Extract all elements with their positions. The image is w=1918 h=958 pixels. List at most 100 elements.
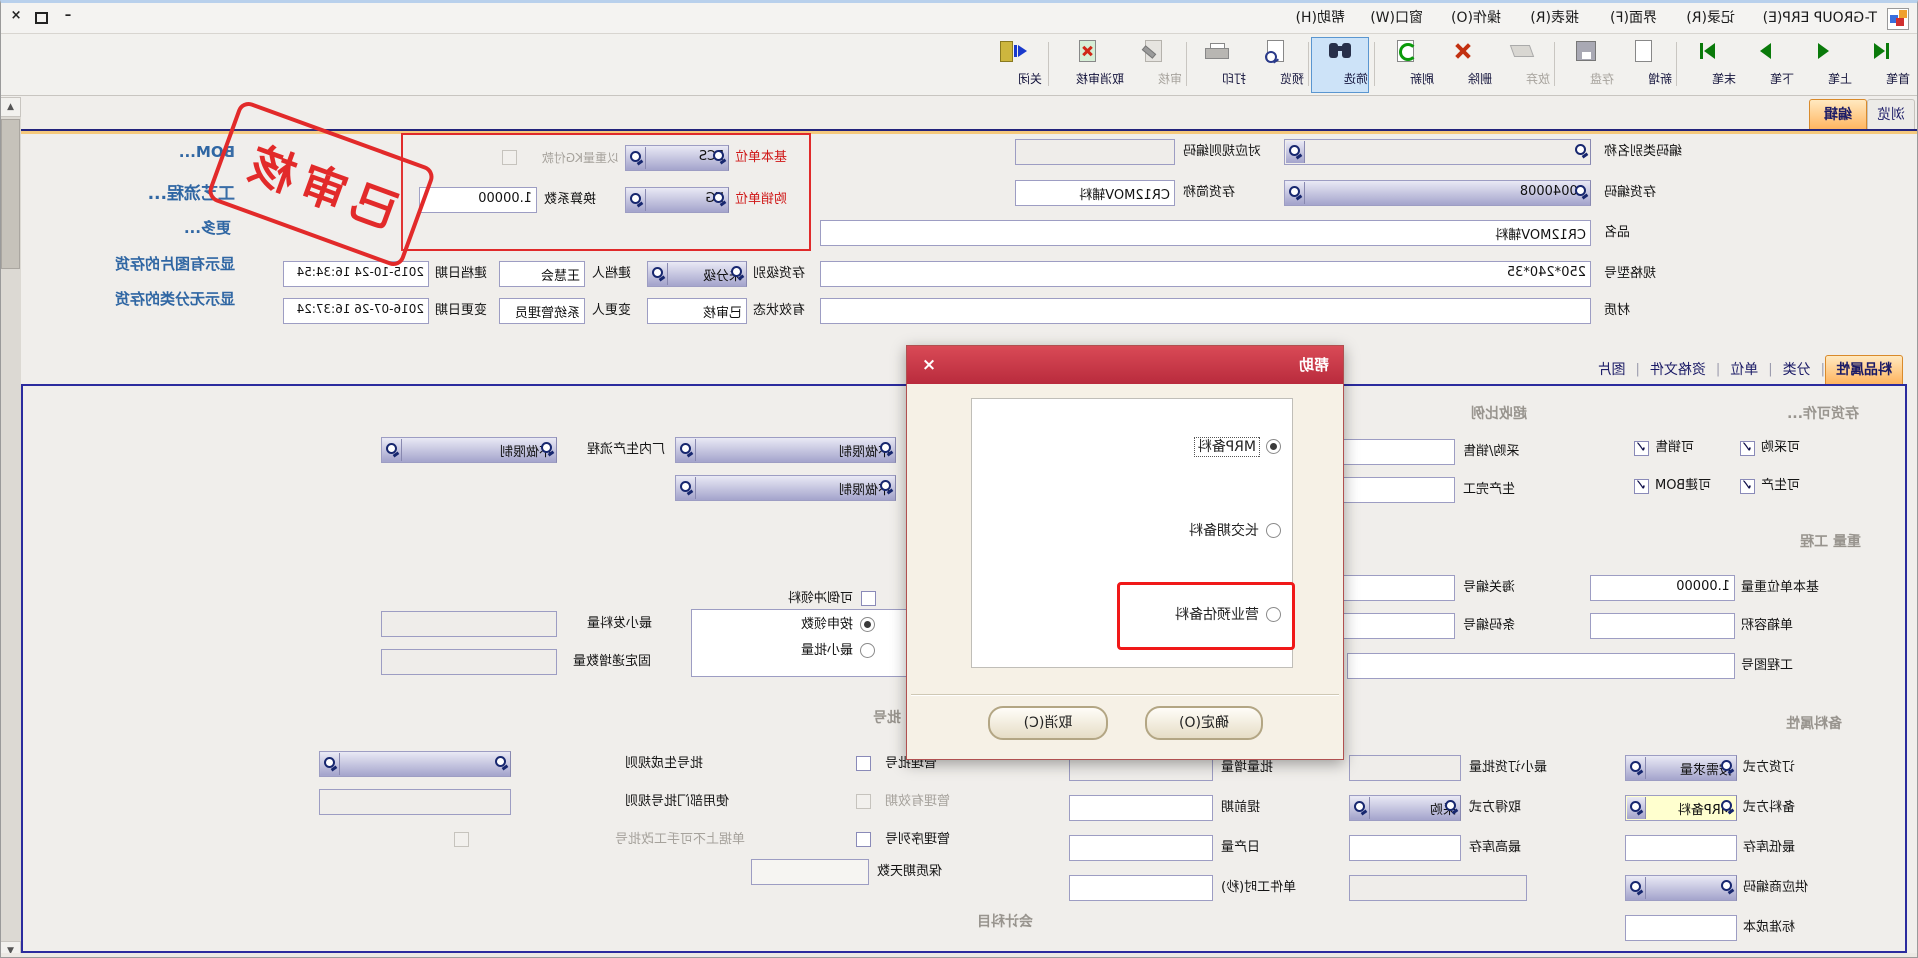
toolbar-last-button[interactable]: 末笔 <box>1679 37 1737 93</box>
toolbar-cancel-audit-button[interactable]: 取消审核 <box>1051 37 1125 93</box>
restore-button[interactable] <box>33 8 51 26</box>
dialog-close-icon[interactable]: × <box>917 353 941 377</box>
link-more[interactable]: 更多... <box>184 217 231 238</box>
material-input[interactable] <box>820 298 1591 324</box>
material-label: 材质 <box>1604 298 1724 324</box>
mrp-prep-radio[interactable] <box>1266 439 1281 454</box>
long-lead-prep-radio[interactable] <box>1266 523 1281 538</box>
bomable-checkbox[interactable] <box>1634 479 1649 494</box>
menu-item-action[interactable]: 操作(O) <box>1447 8 1505 28</box>
issue-by-request-radio[interactable] <box>860 617 875 632</box>
toolbar-audit-button[interactable]: 审核 <box>1125 37 1183 93</box>
toolbar-print-button[interactable]: 打印 <box>1189 37 1247 93</box>
tab-item-properties[interactable]: 料品属性 <box>1825 355 1903 384</box>
link-show-unclassified[interactable]: 显示无分类的存货 <box>115 288 235 309</box>
lookup-icon[interactable] <box>1286 141 1305 163</box>
lookup-icon[interactable] <box>1627 877 1646 899</box>
lookup-icon[interactable] <box>1286 182 1305 204</box>
tab-unit[interactable]: 单位 <box>1720 356 1768 384</box>
sales-unit-input[interactable]: KG <box>625 187 729 213</box>
supplier-code-input[interactable] <box>1625 875 1737 901</box>
minimize-button[interactable]: – <box>59 8 77 26</box>
ratio-label: 换算系数 <box>544 187 616 213</box>
shelf-days-input[interactable] <box>751 859 869 885</box>
unit-seconds-input[interactable] <box>1069 875 1213 901</box>
batch-rule-input[interactable] <box>319 751 511 777</box>
vertical-scrollbar[interactable]: ▲ ▼ <box>0 97 21 958</box>
drawing-no-input[interactable] <box>1347 653 1735 679</box>
menu-item-report[interactable]: 报表(R) <box>1526 8 1583 28</box>
box-volume-input[interactable] <box>1590 613 1735 639</box>
ok-button[interactable]: 确定(O) <box>1145 706 1263 740</box>
cancel-button[interactable]: 取消(C) <box>988 706 1108 740</box>
menu-item-record[interactable]: 记录(R) <box>1682 8 1739 28</box>
daily-output-input[interactable] <box>1069 835 1213 861</box>
toolbar-delete-button[interactable]: 删除 <box>1435 37 1493 93</box>
menu-item-window[interactable]: 窗口(W) <box>1366 8 1427 28</box>
product-name-input[interactable]: CR12MOV辅料 <box>820 220 1591 246</box>
lookup-icon[interactable] <box>677 439 696 461</box>
tab-browse[interactable]: 浏览 <box>1867 99 1915 130</box>
purchasable-checkbox[interactable] <box>1740 441 1755 456</box>
lookup-icon[interactable] <box>627 189 646 211</box>
sellable-checkbox[interactable] <box>1634 441 1649 456</box>
lookup-icon[interactable] <box>321 753 340 775</box>
lookup-icon[interactable] <box>1627 797 1646 819</box>
short-name-input[interactable]: CR12MOV辅料 <box>1015 180 1175 206</box>
toolbar-preview-button[interactable]: 预览 <box>1247 37 1305 93</box>
lookup-icon[interactable] <box>383 439 402 461</box>
toolbar-next-button[interactable]: 下笔 <box>1737 37 1795 93</box>
order-mode-input[interactable]: 按需求量 <box>1625 755 1737 781</box>
spec-input[interactable]: 250*240*35 <box>820 261 1591 287</box>
lookup-icon[interactable] <box>1351 797 1370 819</box>
base-weight-input[interactable]: 1.00000 <box>1590 575 1735 601</box>
menu-item-erp[interactable]: T-GROUP ERP(E) <box>1759 8 1881 28</box>
level-input[interactable]: 未分级 <box>647 261 747 287</box>
manage-batch-checkbox[interactable] <box>856 756 871 771</box>
toolbar-new-button[interactable]: 新增 <box>1615 37 1673 93</box>
std-cost-input[interactable] <box>1625 915 1737 941</box>
link-show-with-image[interactable]: 显示有图片的存货 <box>115 253 235 274</box>
tab-edit[interactable]: 编辑 <box>1809 99 1867 130</box>
factory-flow-input[interactable]: 不做限制 <box>381 437 557 463</box>
base-unit-input[interactable]: PCS <box>625 145 729 171</box>
code-category-input[interactable] <box>1284 139 1591 165</box>
lookup-icon[interactable] <box>649 263 668 285</box>
producible-checkbox[interactable] <box>1740 479 1755 494</box>
toolbar-filter-button[interactable]: 筛选 <box>1311 37 1369 93</box>
scrollbar-thumb[interactable] <box>1 119 20 269</box>
acquire-mode-input[interactable]: 采购 <box>1349 795 1461 821</box>
ratio-input[interactable]: 1.00000 <box>419 187 537 213</box>
flow-input-2[interactable]: 不做限制 <box>675 437 896 463</box>
toolbar-refresh-button[interactable]: 刷新 <box>1377 37 1435 93</box>
max-stock-input[interactable] <box>1349 835 1461 861</box>
close-button[interactable]: × <box>7 8 25 26</box>
tab-classification[interactable]: 分类 <box>1773 356 1821 384</box>
toolbar: 首笔 上笔 下笔 末笔 新增 存盘 放弃 删除 刷新 筛选 预览 打印 审核 取… <box>1 34 1917 96</box>
min-batch-label: 最小批量 <box>773 638 853 664</box>
toolbar-save-button[interactable]: 存盘 <box>1557 37 1615 93</box>
scroll-up-icon[interactable]: ▲ <box>0 97 21 117</box>
manage-serial-checkbox[interactable] <box>856 832 871 847</box>
flow-input-3[interactable]: 不做限制 <box>675 475 896 501</box>
backflush-checkbox[interactable] <box>861 591 876 606</box>
menu-item-help[interactable]: 帮助(H) <box>1292 8 1349 28</box>
rule-code-input[interactable] <box>1015 139 1175 165</box>
min-stock-input[interactable] <box>1625 835 1737 861</box>
menu-item-view[interactable]: 界面(F) <box>1606 8 1661 28</box>
lookup-icon[interactable] <box>677 477 696 499</box>
lead-time-input[interactable] <box>1069 795 1213 821</box>
dialog-titlebar[interactable]: 帮助 × <box>907 346 1343 384</box>
toolbar-close-button[interactable]: 关闭 <box>985 37 1043 93</box>
tab-qualification[interactable]: 资格文件 <box>1640 356 1716 384</box>
toolbar-first-button[interactable]: 首笔 <box>1853 37 1911 93</box>
min-batch-radio[interactable] <box>860 643 875 658</box>
lookup-icon[interactable] <box>627 147 646 169</box>
lookup-icon[interactable] <box>1627 757 1646 779</box>
tab-image[interactable]: 图片 <box>1587 356 1635 384</box>
item-code-input[interactable]: 40040008 <box>1284 180 1591 206</box>
toolbar-prev-button[interactable]: 上笔 <box>1795 37 1853 93</box>
pay-by-weight-checkbox[interactable] <box>502 150 517 165</box>
toolbar-discard-button[interactable]: 放弃 <box>1493 37 1551 93</box>
prep-mode-input[interactable]: MRP备料 <box>1625 795 1737 821</box>
